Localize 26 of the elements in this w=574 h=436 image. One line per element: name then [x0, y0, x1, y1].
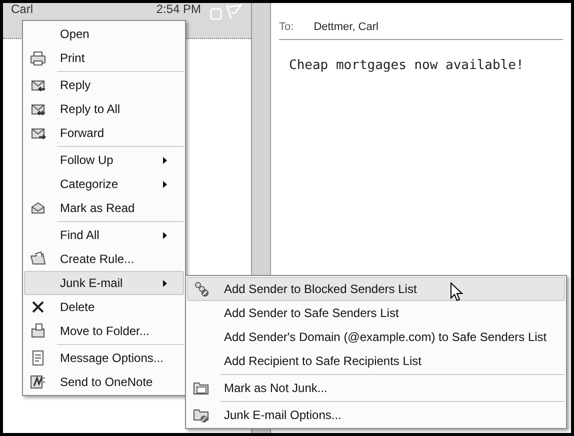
submenu-item-label: Add Sender's Domain (@example.com) to Safe Senders List — [223, 329, 547, 346]
menu-item-label: Delete — [59, 299, 95, 316]
menu-item-label: Move to Folder... — [59, 323, 150, 340]
menu-item-label: Open — [59, 26, 90, 43]
menu-item-label: Reply — [59, 77, 91, 94]
received-time: 2:54 PM — [156, 3, 201, 15]
recipient-name: Dettmer, Carl — [314, 20, 378, 35]
menu-item-label: Create Rule... — [59, 251, 134, 268]
submenu-item-label: Junk E-mail Options... — [223, 407, 342, 424]
menu-item-label: Send to OneNote — [59, 374, 153, 391]
menu-item-label: Find All — [59, 227, 100, 244]
submenu-item-label: Mark as Not Junk... — [223, 380, 328, 397]
menu-item-label: Follow Up — [59, 152, 114, 169]
menu-item-label: Forward — [59, 125, 104, 142]
menu-item-label: Reply to All — [59, 101, 120, 118]
sender-name: Carl — [11, 3, 34, 15]
menu-item-label: Mark as Read — [59, 200, 135, 217]
submenu-item-label: Add Sender to Safe Senders List — [223, 305, 399, 322]
submenu-item-label: Add Recipient to Safe Recipients List — [223, 353, 422, 370]
menu-item-label: Message Options... — [59, 350, 164, 367]
menu-item-label: Print — [59, 50, 85, 67]
menu-item-label: Junk E-mail — [59, 275, 123, 292]
to-label: To: — [279, 20, 294, 35]
submenu-item-label: Add Sender to Blocked Senders List — [223, 281, 417, 298]
menu-item-label: Categorize — [59, 176, 118, 193]
message-body: Cheap mortgages now available! — [289, 56, 525, 74]
